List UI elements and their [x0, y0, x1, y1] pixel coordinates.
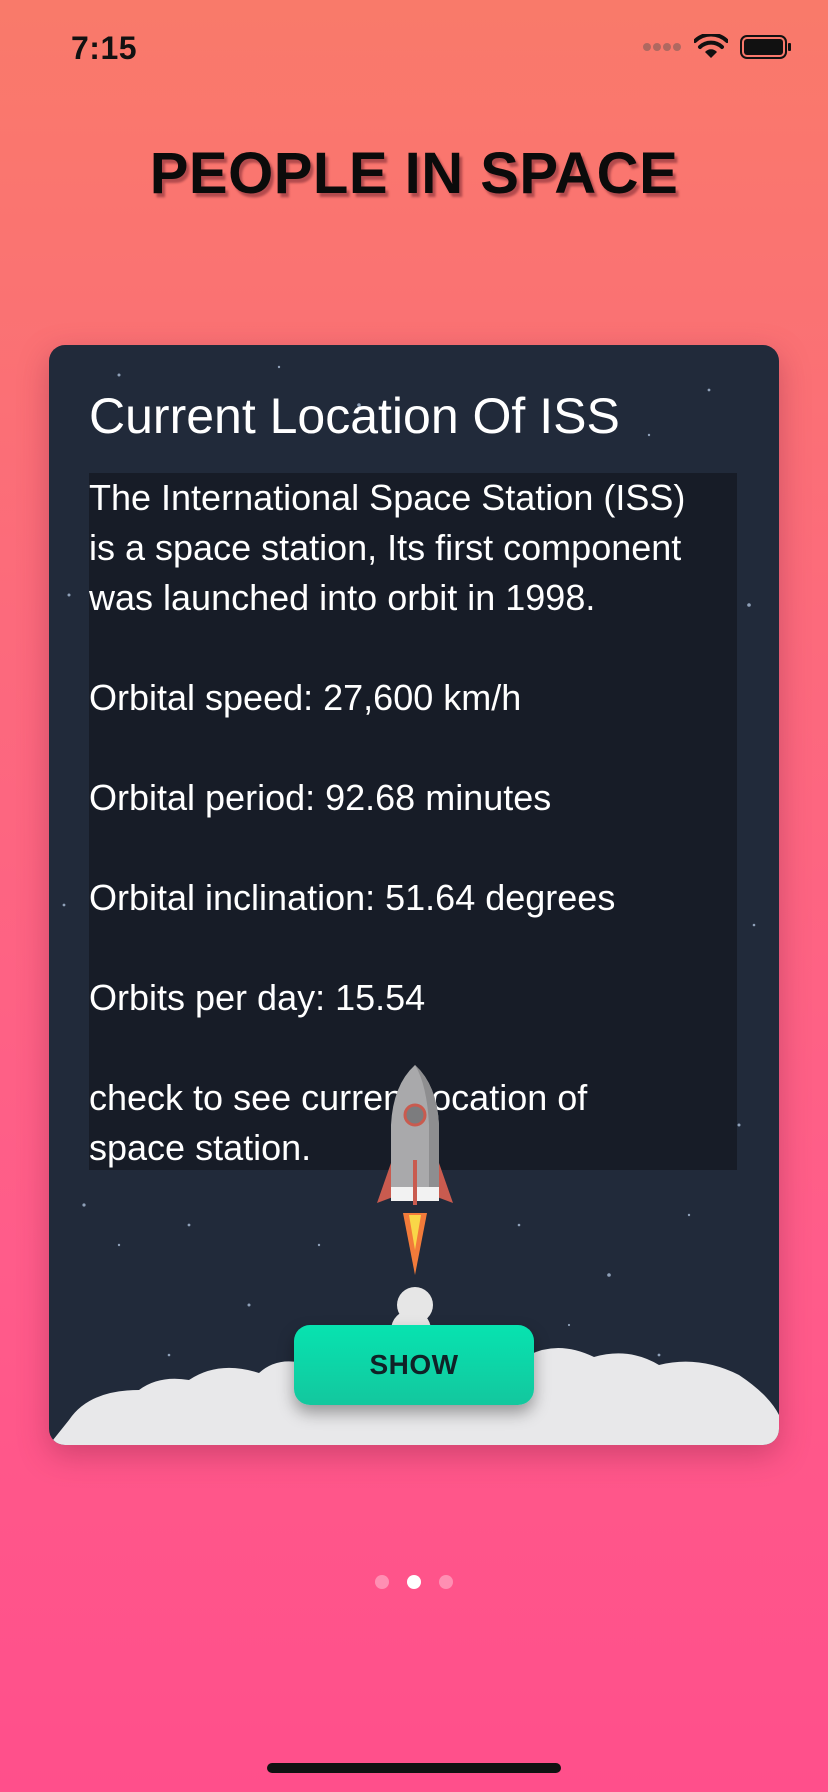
orbital-speed: Orbital speed: 27,600 km/h	[89, 677, 522, 718]
status-bar: 7:15	[0, 0, 828, 100]
orbits-per-day: Orbits per day: 15.54	[89, 977, 426, 1018]
iss-card: Current Location Of ISS The Internationa…	[49, 345, 779, 1445]
orbital-inclination: Orbital inclination: 51.64 degrees	[89, 877, 616, 918]
info-line: is a space station, Its first component	[89, 527, 682, 568]
info-line: space station.	[89, 1127, 312, 1168]
info-line: check to see current location of	[89, 1077, 588, 1118]
status-time: 7:15	[71, 30, 138, 66]
status-icons	[642, 34, 792, 60]
card-title: Current Location Of ISS	[89, 388, 620, 444]
info-line: was launched into orbit in 1998.	[89, 577, 596, 618]
home-indicator[interactable]	[267, 1763, 561, 1773]
page-dot-3[interactable]	[439, 1575, 453, 1589]
show-button[interactable]: SHOW	[294, 1325, 534, 1405]
page-dot-1[interactable]	[375, 1575, 389, 1589]
wifi-icon	[694, 34, 728, 58]
page-dot-2-active[interactable]	[407, 1575, 421, 1589]
info-line: The International Space Station (ISS)	[89, 477, 686, 518]
battery-icon	[740, 35, 791, 59]
page-indicator[interactable]	[0, 1575, 828, 1589]
page-title: PEOPLE IN SPACE	[149, 141, 679, 206]
orbital-period: Orbital period: 92.68 minutes	[89, 777, 552, 818]
signal-icon	[643, 43, 681, 51]
